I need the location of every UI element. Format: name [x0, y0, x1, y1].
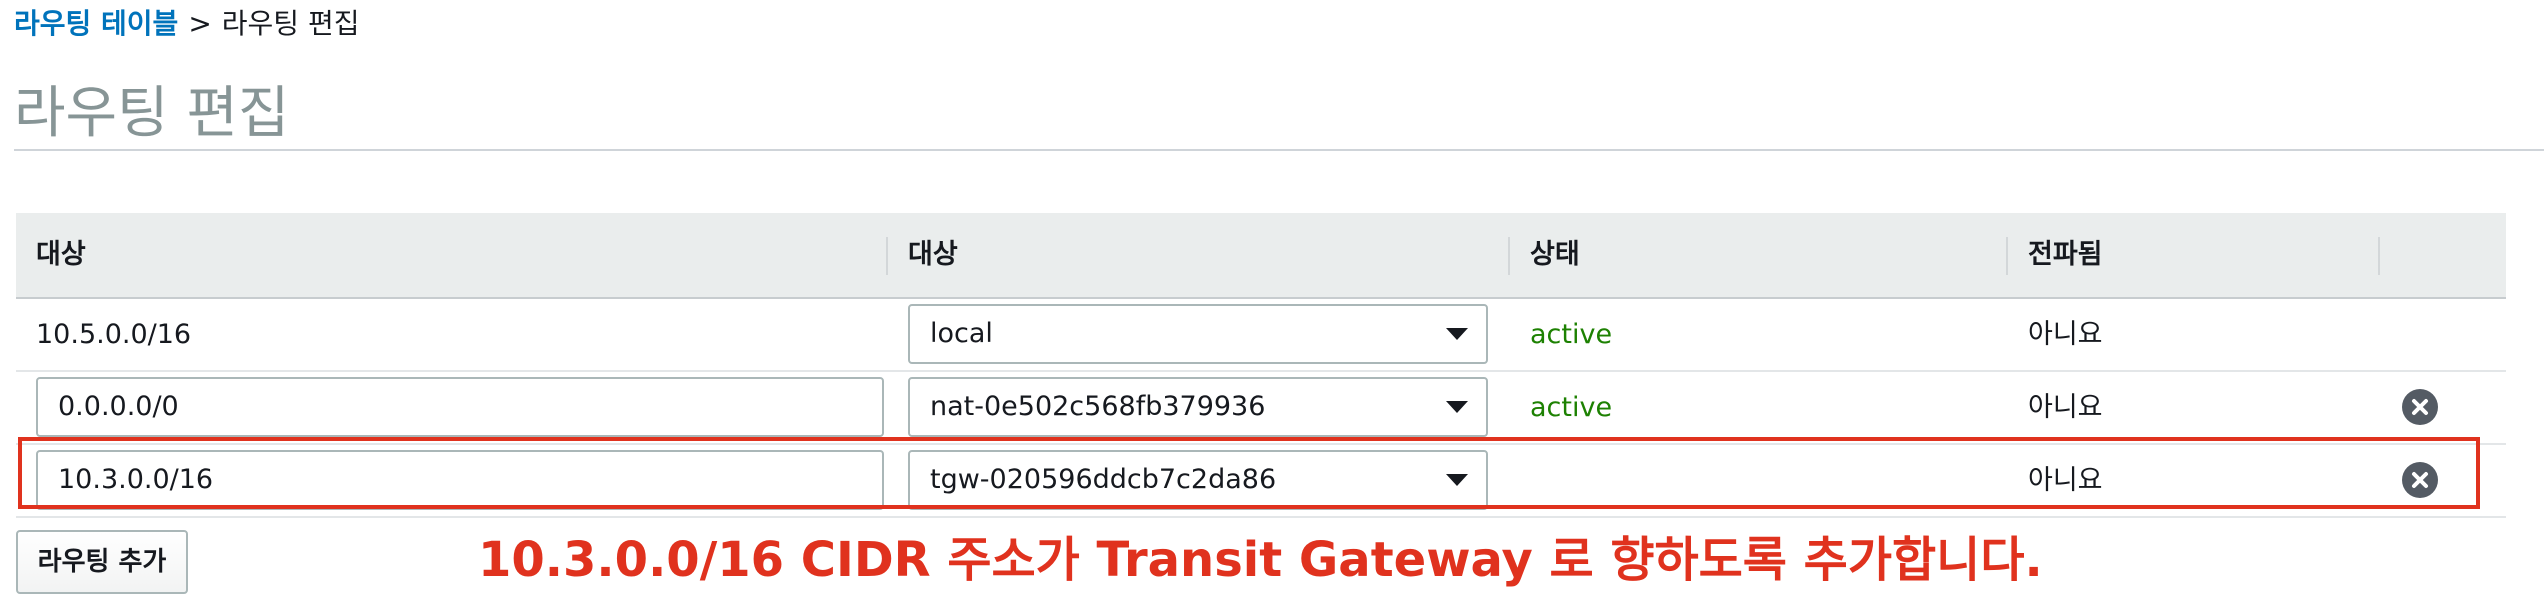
table-row: 10.5.0.0/16 local active 아니요 [16, 299, 2506, 372]
table-row: 0.0.0.0/0 nat-0e502c568fb379936 active 아… [16, 372, 2506, 445]
breadcrumb-route-tables-link[interactable]: 라우팅 테이블 [14, 7, 178, 40]
highlight-box [18, 437, 2480, 509]
dropdown-caret-icon [1446, 401, 1468, 413]
status-text: active [1530, 319, 1613, 350]
target-select-value: nat-0e502c568fb379936 [930, 391, 1266, 422]
page-title: 라우팅 편집 [14, 81, 290, 146]
destination-input[interactable]: 0.0.0.0/0 [36, 377, 884, 437]
destination-text: 10.5.0.0/16 [36, 319, 192, 350]
header-divider [2006, 237, 2008, 275]
breadcrumb-current: 라우팅 편집 [221, 7, 360, 40]
remove-route-icon[interactable] [2402, 389, 2438, 425]
breadcrumb: 라우팅 테이블 > 라우팅 편집 [14, 4, 359, 44]
target-select[interactable]: local [908, 304, 1488, 364]
header-target: 대상 [908, 239, 958, 270]
header-divider [1508, 237, 1510, 275]
breadcrumb-separator: > [188, 7, 212, 40]
target-select[interactable]: nat-0e502c568fb379936 [908, 377, 1488, 437]
target-select-value: local [930, 318, 993, 349]
header-destination: 대상 [36, 239, 86, 270]
status-text: active [1530, 392, 1613, 423]
destination-input-value: 0.0.0.0/0 [58, 391, 179, 422]
header-divider [2378, 237, 2380, 275]
annotation-text: 10.3.0.0/16 CIDR 주소가 Transit Gateway 로 향… [478, 532, 2043, 588]
propagated-text: 아니요 [2028, 319, 2103, 350]
header-divider [886, 237, 888, 275]
header-propagated: 전파됨 [2028, 239, 2103, 270]
header-status: 상태 [1530, 239, 1580, 270]
add-route-button[interactable]: 라우팅 추가 [16, 530, 188, 594]
table-header: 대상 대상 상태 전파됨 [16, 213, 2506, 299]
dropdown-caret-icon [1446, 328, 1468, 340]
propagated-text: 아니요 [2028, 392, 2103, 423]
title-divider [14, 149, 2544, 151]
